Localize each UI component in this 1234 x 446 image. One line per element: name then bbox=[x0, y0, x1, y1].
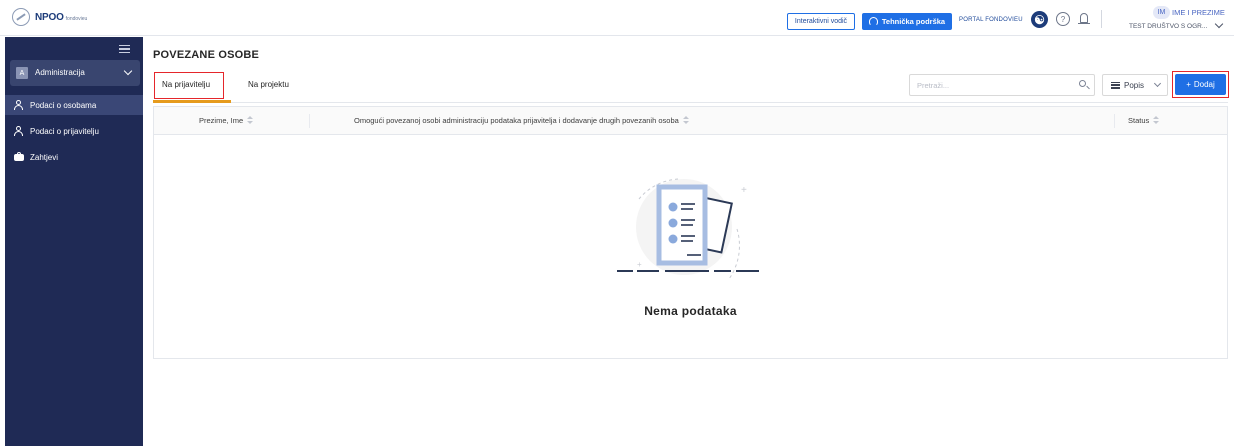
app-logo[interactable]: NPOO fondovieu bbox=[12, 8, 87, 26]
sort-icon[interactable] bbox=[682, 116, 689, 125]
accessibility-icon[interactable]: ☯ bbox=[1031, 11, 1048, 28]
tickets-icon bbox=[14, 152, 24, 162]
chevron-down-icon bbox=[1153, 79, 1162, 88]
column-header-admin-permission[interactable]: Omogući povezanoj osobi administraciju p… bbox=[354, 116, 689, 125]
interactive-guide-button[interactable]: Interaktivni vodič bbox=[787, 13, 855, 30]
empty-state-document-icon: + + bbox=[617, 178, 759, 280]
column-header-status[interactable]: Status bbox=[1128, 116, 1160, 125]
list-view-icon bbox=[1111, 81, 1120, 89]
user-avatar[interactable]: IM bbox=[1153, 6, 1170, 19]
table-header: Prezime, Ime Omogući povezanoj osobi adm… bbox=[154, 107, 1227, 135]
related-persons-table: Prezime, Ime Omogući povezanoj osobi adm… bbox=[153, 106, 1228, 359]
tab-na-prijavitelju[interactable]: Na prijavitelju bbox=[162, 80, 210, 89]
logo-icon bbox=[12, 8, 30, 26]
add-button[interactable]: + Dodaj bbox=[1175, 74, 1226, 95]
search-input[interactable] bbox=[909, 74, 1095, 96]
tab-na-projektu[interactable]: Na projektu bbox=[248, 80, 289, 89]
person-icon bbox=[14, 126, 24, 136]
empty-state-message: Nema podataka bbox=[644, 304, 737, 318]
collapse-menu-icon[interactable] bbox=[119, 45, 130, 54]
sidebar-item-label: Zahtjevi bbox=[30, 152, 59, 162]
organization-select[interactable]: A Administracija bbox=[10, 60, 140, 86]
header-divider bbox=[1101, 10, 1102, 28]
logo-subtext: fondovieu bbox=[65, 16, 88, 22]
view-mode-select[interactable]: Popis bbox=[1102, 74, 1168, 96]
sort-icon[interactable] bbox=[247, 116, 254, 125]
user-menu-chevron-down-icon[interactable] bbox=[1214, 19, 1224, 29]
sidebar-item-label: Podaci o prijavitelju bbox=[30, 126, 99, 136]
tab-bar-divider bbox=[153, 102, 1228, 103]
notification-bell-icon[interactable] bbox=[1077, 12, 1091, 27]
user-company[interactable]: TEST DRUŠTVO S OGR... bbox=[1129, 23, 1207, 30]
svg-text:+: + bbox=[741, 185, 747, 196]
sidebar-item-zahtjevi[interactable]: Zahtjevi bbox=[5, 147, 143, 167]
column-separator bbox=[1114, 114, 1115, 128]
column-separator bbox=[309, 114, 310, 128]
add-button-label: Dodaj bbox=[1193, 80, 1215, 89]
plus-icon: + bbox=[1186, 80, 1191, 89]
search-icon[interactable] bbox=[1079, 80, 1086, 87]
active-tab-indicator bbox=[153, 100, 231, 103]
sidebar-item-podaci-o-prijavitelju[interactable]: Podaci o prijavitelju bbox=[5, 121, 143, 141]
portal-link[interactable]: PORTAL FONDOVIEU bbox=[959, 17, 1023, 23]
sort-icon[interactable] bbox=[1153, 116, 1160, 125]
chevron-down-icon bbox=[123, 66, 133, 76]
sidebar-item-podaci-o-osobama[interactable]: Podaci o osobama bbox=[5, 95, 143, 115]
column-header-name[interactable]: Prezime, Ime bbox=[199, 116, 254, 125]
org-select-label: Administracija bbox=[35, 68, 85, 77]
top-bar: NPOO fondovieu Interaktivni vodič Tehnič… bbox=[0, 0, 1234, 36]
logo-text: NPOO bbox=[35, 11, 64, 23]
sidebar: A Administracija Podaci o osobama Podaci… bbox=[5, 37, 143, 446]
technical-support-button[interactable]: Tehnička podrška bbox=[862, 13, 952, 30]
help-icon[interactable]: ? bbox=[1056, 12, 1070, 26]
headset-icon bbox=[868, 17, 878, 26]
org-avatar: A bbox=[16, 67, 28, 79]
svg-text:+: + bbox=[637, 260, 642, 269]
technical-support-label: Tehnička podrška bbox=[881, 17, 946, 26]
user-name[interactable]: IME I PREZIME bbox=[1172, 8, 1225, 17]
person-icon bbox=[14, 100, 24, 110]
page-title: POVEZANE OSOBE bbox=[153, 49, 260, 61]
sidebar-item-label: Podaci o osobama bbox=[30, 100, 97, 110]
view-mode-label: Popis bbox=[1124, 80, 1145, 90]
